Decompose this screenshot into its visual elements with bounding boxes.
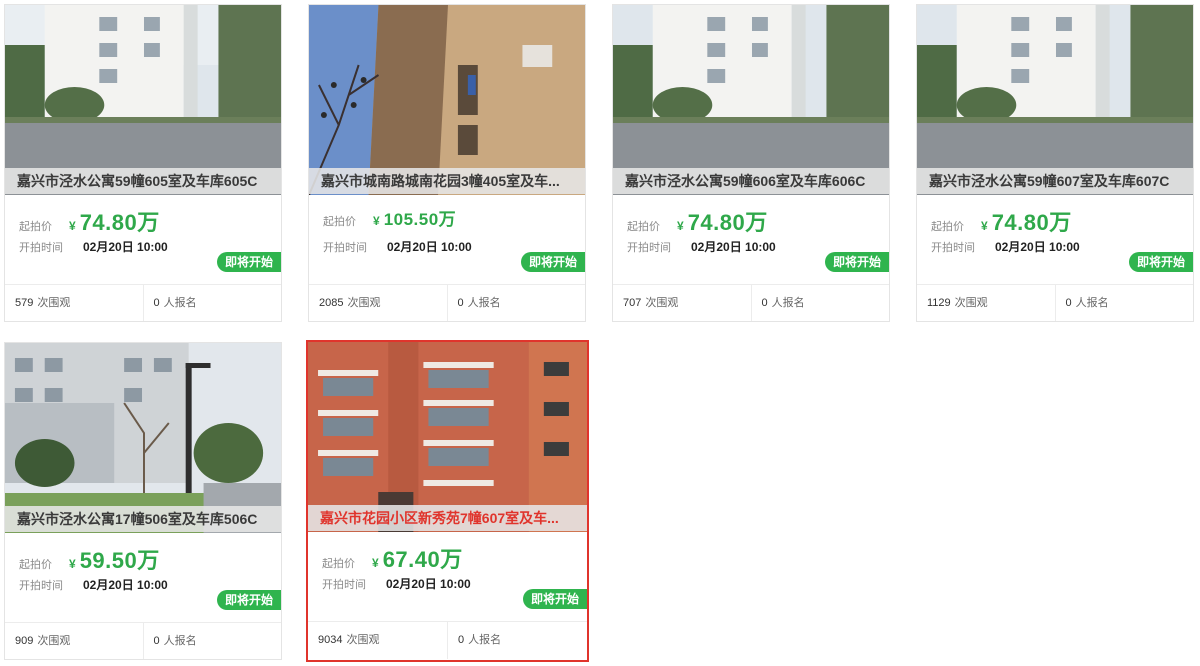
start-time-label: 开拍时间 [627,242,671,254]
start-time-row: 开拍时间 02月20日 10:00 [19,238,168,255]
yen-icon: ¥ [981,219,988,233]
start-time-label: 开拍时间 [931,242,975,254]
property-photo[interactable] [309,5,585,195]
signup-count: 0 人报名 [446,285,586,321]
start-price-row: 起拍价 ¥ 74.80万 [627,205,768,235]
views-count: 9034 次围观 [318,634,380,646]
signup-count: 0 人报名 [1054,285,1194,321]
listing-stats: 1129 次围观 0 人报名 [917,284,1194,321]
property-photo[interactable] [308,342,587,532]
signup-count: 0 人报名 [142,285,282,321]
listing-card[interactable]: 嘉兴市泾水公寓17幢506室及车库506C 起拍价 ¥ 59.50万 开拍时间 … [4,342,282,660]
status-badge: 即将开始 [523,589,587,609]
views-count: 2085 次围观 [319,297,381,309]
yen-icon: ¥ [373,214,380,228]
start-price-value: 74.80万 [687,210,768,235]
start-price-label: 起拍价 [19,559,52,571]
start-price-row: 起拍价 ¥ 74.80万 [931,205,1072,235]
start-price-row: 起拍价 ¥ 105.50万 [323,205,456,233]
signup-count: 0 人报名 [750,285,890,321]
start-price-value: 67.40万 [382,547,463,572]
start-time-label: 开拍时间 [323,242,367,254]
start-price-label: 起拍价 [931,221,964,233]
start-time-label: 开拍时间 [19,580,63,592]
start-price-value: 59.50万 [79,548,160,573]
listing-title[interactable]: 嘉兴市花园小区新秀苑7幢607室及车... [308,505,587,531]
listing-title[interactable]: 嘉兴市泾水公寓59幢606室及车库606C [613,168,889,194]
start-price-label: 起拍价 [19,221,52,233]
start-price-value: 105.50万 [383,210,457,229]
listing-title[interactable]: 嘉兴市城南路城南花园3幢405室及车... [309,168,585,194]
listing-stats: 707 次围观 0 人报名 [613,284,890,321]
start-time-value: 02月20日 10:00 [386,577,471,591]
property-photo[interactable] [5,343,281,533]
listing-card[interactable]: 嘉兴市泾水公寓59幢605室及车库605C 起拍价 ¥ 74.80万 开拍时间 … [4,4,282,322]
listing-stats: 579 次围观 0 人报名 [5,284,282,321]
start-time-row: 开拍时间 02月20日 10:00 [931,238,1080,255]
signup-count: 0 人报名 [142,623,282,659]
yen-icon: ¥ [69,557,76,571]
start-time-value: 02月20日 10:00 [83,240,168,254]
listing-card[interactable]: 嘉兴市泾水公寓59幢607室及车库607C 起拍价 ¥ 74.80万 开拍时间 … [916,4,1194,322]
start-time-value: 02月20日 10:00 [387,240,472,254]
start-time-label: 开拍时间 [19,242,63,254]
start-time-value: 02月20日 10:00 [995,240,1080,254]
start-time-row: 开拍时间 02月20日 10:00 [627,238,776,255]
listing-stats: 9034 次围观 0 人报名 [308,621,587,659]
start-time-label: 开拍时间 [322,579,366,591]
start-price-row: 起拍价 ¥ 59.50万 [19,543,160,573]
property-photo[interactable] [917,5,1193,195]
start-price-label: 起拍价 [627,221,660,233]
start-time-row: 开拍时间 02月20日 10:00 [323,238,472,255]
views-count: 707 次围观 [623,297,679,309]
start-price-row: 起拍价 ¥ 74.80万 [19,205,160,235]
start-time-value: 02月20日 10:00 [691,240,776,254]
listing-title[interactable]: 嘉兴市泾水公寓59幢605室及车库605C [5,168,281,194]
views-count: 909 次围观 [15,635,71,647]
start-time-row: 开拍时间 02月20日 10:00 [322,575,471,592]
views-count: 1129 次围观 [927,297,988,309]
start-time-row: 开拍时间 02月20日 10:00 [19,576,168,593]
listing-card[interactable]: 嘉兴市泾水公寓59幢606室及车库606C 起拍价 ¥ 74.80万 开拍时间 … [612,4,890,322]
status-badge: 即将开始 [521,252,585,272]
status-badge: 即将开始 [825,252,889,272]
status-badge: 即将开始 [217,590,281,610]
views-count: 579 次围观 [15,297,71,309]
start-price-row: 起拍价 ¥ 67.40万 [322,542,463,572]
yen-icon: ¥ [677,219,684,233]
start-time-value: 02月20日 10:00 [83,578,168,592]
listing-stats: 909 次围观 0 人报名 [5,622,282,659]
property-photo[interactable] [5,5,281,195]
status-badge: 即将开始 [1129,252,1193,272]
listing-stats: 2085 次围观 0 人报名 [309,284,586,321]
listing-title[interactable]: 嘉兴市泾水公寓17幢506室及车库506C [5,506,281,532]
listing-title[interactable]: 嘉兴市泾水公寓59幢607室及车库607C [917,168,1193,194]
start-price-value: 74.80万 [79,210,160,235]
start-price-label: 起拍价 [322,558,355,570]
start-price-label: 起拍价 [323,216,356,228]
listing-card-selected[interactable]: 嘉兴市花园小区新秀苑7幢607室及车... 起拍价 ¥ 67.40万 开拍时间 … [306,340,589,662]
yen-icon: ¥ [69,219,76,233]
start-price-value: 74.80万 [991,210,1072,235]
listing-card[interactable]: 嘉兴市城南路城南花园3幢405室及车... 起拍价 ¥ 105.50万 开拍时间… [308,4,586,322]
property-photo[interactable] [613,5,889,195]
status-badge: 即将开始 [217,252,281,272]
yen-icon: ¥ [372,556,379,570]
signup-count: 0 人报名 [447,622,587,659]
